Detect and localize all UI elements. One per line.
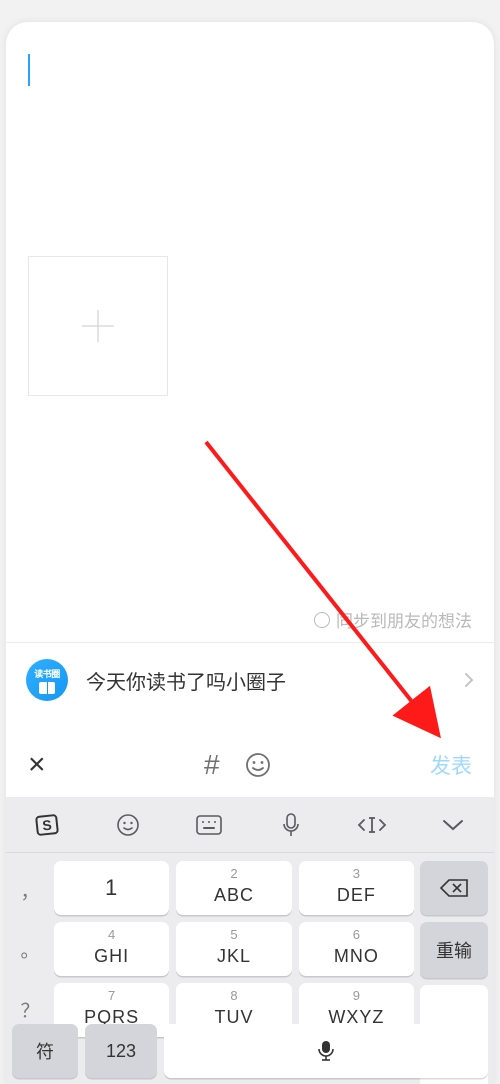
group-icon: 读书圈 (26, 659, 68, 701)
emoji-keyboard-button[interactable] (98, 813, 158, 837)
backspace-key[interactable] (420, 861, 488, 915)
space-key[interactable] (164, 1024, 488, 1078)
keypad-key[interactable]: 5 JKL (176, 922, 291, 976)
cursor-move-button[interactable] (342, 815, 402, 835)
key-number: 6 (353, 927, 360, 942)
keypad-key[interactable]: 4 GHI (54, 922, 169, 976)
plus-icon (76, 304, 120, 348)
key-number: 7 (108, 988, 115, 1003)
hashtag-button[interactable]: # (204, 749, 220, 781)
emoji-button[interactable] (244, 751, 272, 779)
sogou-icon: S (34, 812, 60, 838)
key-letters: MNO (334, 946, 379, 967)
sync-toggle[interactable]: 同步到朋友的想法 (314, 607, 472, 632)
microphone-icon (315, 1038, 337, 1064)
keyboard-layout-button[interactable] (179, 814, 239, 836)
voice-input-button[interactable] (261, 812, 321, 838)
chevron-right-icon (464, 672, 474, 688)
smile-icon (116, 813, 140, 837)
keyboard: S (6, 797, 494, 1084)
key-number: 3 (353, 866, 360, 881)
radio-empty-icon (314, 612, 330, 628)
group-selector[interactable]: 读书圈 今天你读书了吗小圈子 (6, 642, 494, 717)
publish-button[interactable]: 发表 (430, 750, 472, 780)
key-letters: JKL (217, 946, 251, 967)
key-number: 2 (230, 866, 237, 881)
text-caret (28, 54, 30, 86)
keypad-key[interactable]: 3 DEF (299, 861, 414, 915)
book-icon (39, 682, 55, 694)
reinput-key[interactable]: 重输 (420, 922, 488, 978)
keypad-key[interactable]: 1 (54, 861, 169, 915)
action-toolbar: × # 发表 (6, 734, 494, 796)
number-toggle-key[interactable]: 123 (85, 1024, 157, 1078)
input-method-button[interactable]: S (17, 812, 77, 838)
key-letters: ABC (214, 885, 254, 906)
symbol-key[interactable]: 符 (12, 1024, 78, 1078)
key-number: 1 (105, 875, 118, 901)
keyboard-bottom-row: 符 123 (6, 1024, 494, 1078)
punct-key[interactable]: ， (12, 877, 48, 904)
backspace-icon (439, 878, 469, 898)
key-letters: DEF (337, 885, 376, 906)
smile-icon (244, 751, 272, 779)
svg-text:S: S (41, 816, 52, 833)
punct-key[interactable]: ？ (12, 996, 48, 1023)
punct-key[interactable]: 。 (12, 936, 48, 963)
compose-card: 同步到朋友的想法 读书圈 今天你读书了吗小圈子 × # 发表 (6, 22, 494, 1084)
keyboard-icon (195, 814, 223, 836)
chevron-down-icon (441, 818, 465, 832)
key-number: 8 (230, 988, 237, 1003)
group-title: 今天你读书了吗小圈子 (86, 666, 446, 695)
keypad-key[interactable]: 2 ABC (176, 861, 291, 915)
close-button[interactable]: × (28, 750, 46, 780)
key-number: 5 (230, 927, 237, 942)
cursor-move-icon (357, 815, 387, 835)
add-photo-button[interactable] (28, 256, 168, 396)
keyboard-toolbar: S (6, 797, 494, 853)
keypad-key[interactable]: 6 MNO (299, 922, 414, 976)
group-icon-label: 读书圈 (34, 667, 60, 680)
key-number: 4 (108, 927, 115, 942)
key-number: 9 (353, 988, 360, 1003)
key-letters: GHI (94, 946, 129, 967)
microphone-icon (281, 812, 301, 838)
collapse-keyboard-button[interactable] (423, 818, 483, 832)
compose-area[interactable] (6, 22, 494, 396)
sync-label: 同步到朋友的想法 (336, 607, 472, 632)
